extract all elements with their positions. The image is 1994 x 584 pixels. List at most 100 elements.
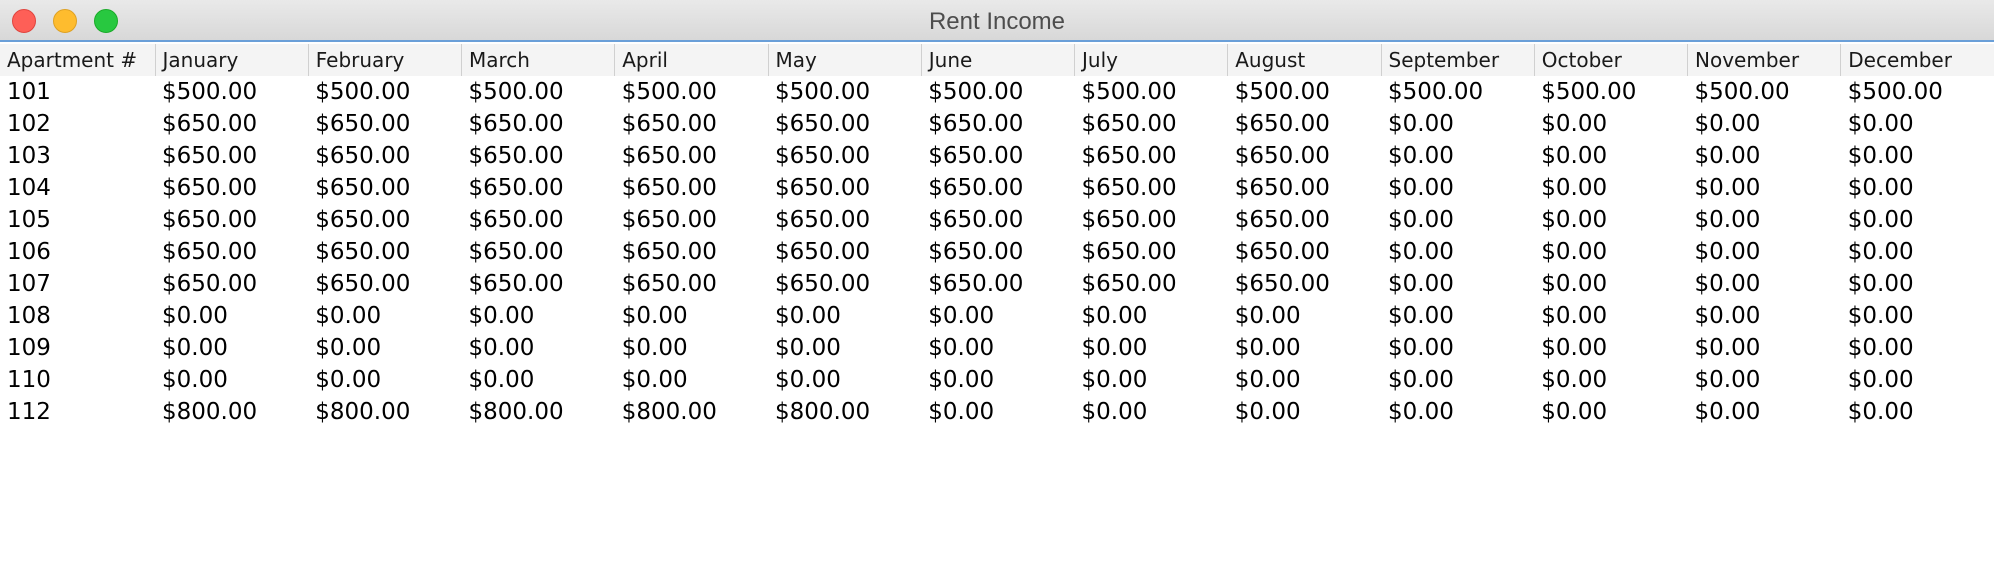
rent-amount-cell[interactable]: $650.00 — [768, 108, 921, 140]
table-row[interactable]: 106 $650.00 $650.00 $650.00 $650.00 $650.00 $6… — [0, 236, 1994, 268]
rent-amount-cell[interactable]: $0.00 — [462, 332, 615, 364]
rent-amount-cell[interactable]: $0.00 — [1688, 300, 1841, 332]
column-header-month[interactable]: January — [155, 44, 309, 76]
table-row[interactable]: 108 $0.00 $0.00 $0.00 $0.00 $0.00 $0.00 $0.00 $0… — [0, 300, 1994, 332]
rent-amount-cell[interactable]: $650.00 — [1075, 236, 1228, 268]
rent-amount-cell[interactable]: $0.00 — [1534, 332, 1687, 364]
rent-amount-cell[interactable]: $0.00 — [1534, 268, 1687, 300]
apartment-number-cell[interactable]: 107 — [0, 268, 155, 300]
column-header-month[interactable]: September — [1381, 44, 1535, 76]
rent-amount-cell[interactable]: $650.00 — [462, 172, 615, 204]
rent-amount-cell[interactable]: $650.00 — [615, 236, 768, 268]
rent-amount-cell[interactable]: $0.00 — [155, 300, 308, 332]
rent-amount-cell[interactable]: $500.00 — [1841, 76, 1994, 108]
rent-amount-cell[interactable]: $650.00 — [308, 236, 461, 268]
rent-amount-cell[interactable]: $0.00 — [1228, 396, 1381, 428]
rent-amount-cell[interactable]: $0.00 — [1381, 108, 1534, 140]
rent-amount-cell[interactable]: $500.00 — [921, 76, 1074, 108]
column-header-month[interactable]: February — [308, 44, 463, 76]
rent-amount-cell[interactable]: $0.00 — [1688, 172, 1841, 204]
table-row[interactable]: 101 $500.00 $500.00 $500.00 $500.00 $500.00 $5… — [0, 76, 1994, 108]
table-row[interactable]: 110 $0.00 $0.00 $0.00 $0.00 $0.00 $0.00 $0.00 $0… — [0, 364, 1994, 396]
rent-amount-cell[interactable]: $0.00 — [1381, 300, 1534, 332]
rent-amount-cell[interactable]: $0.00 — [308, 364, 461, 396]
rent-amount-cell[interactable]: $0.00 — [1688, 140, 1841, 172]
rent-amount-cell[interactable]: $650.00 — [921, 204, 1074, 236]
apartment-number-cell[interactable]: 109 — [0, 332, 155, 364]
rent-amount-cell[interactable]: $0.00 — [1228, 300, 1381, 332]
rent-amount-cell[interactable]: $650.00 — [768, 236, 921, 268]
column-header-month[interactable]: April — [614, 44, 769, 76]
rent-amount-cell[interactable]: $500.00 — [155, 76, 308, 108]
apartment-number-cell[interactable]: 112 — [0, 396, 155, 428]
rent-amount-cell[interactable]: $0.00 — [1841, 172, 1994, 204]
column-header-month[interactable]: March — [461, 44, 616, 76]
rent-amount-cell[interactable]: $0.00 — [1381, 332, 1534, 364]
rent-amount-cell[interactable]: $650.00 — [308, 140, 461, 172]
rent-amount-cell[interactable]: $800.00 — [462, 396, 615, 428]
column-header-month[interactable]: November — [1687, 44, 1842, 76]
rent-amount-cell[interactable]: $500.00 — [768, 76, 921, 108]
rent-amount-cell[interactable]: $650.00 — [462, 268, 615, 300]
column-header-month[interactable]: December — [1840, 44, 1994, 76]
rent-amount-cell[interactable]: $0.00 — [1228, 364, 1381, 396]
rent-amount-cell[interactable]: $0.00 — [1841, 300, 1994, 332]
rent-amount-cell[interactable]: $0.00 — [1381, 396, 1534, 428]
column-header-month[interactable]: May — [768, 44, 922, 76]
table-row[interactable]: 107 $650.00 $650.00 $650.00 $650.00 $650.00 $6… — [0, 268, 1994, 300]
rent-amount-cell[interactable]: $0.00 — [1534, 172, 1687, 204]
table-row[interactable]: 105 $650.00 $650.00 $650.00 $650.00 $650.00 $6… — [0, 204, 1994, 236]
rent-amount-cell[interactable]: $650.00 — [768, 140, 921, 172]
rent-amount-cell[interactable]: $0.00 — [1688, 108, 1841, 140]
rent-amount-cell[interactable]: $500.00 — [308, 76, 461, 108]
rent-amount-cell[interactable]: $800.00 — [308, 396, 461, 428]
rent-amount-cell[interactable]: $0.00 — [1381, 172, 1534, 204]
rent-amount-cell[interactable]: $0.00 — [1381, 364, 1534, 396]
rent-amount-cell[interactable]: $0.00 — [1688, 204, 1841, 236]
rent-amount-cell[interactable]: $0.00 — [1841, 396, 1994, 428]
rent-amount-cell[interactable]: $650.00 — [155, 236, 308, 268]
apartment-number-cell[interactable]: 106 — [0, 236, 155, 268]
rent-amount-cell[interactable]: $0.00 — [1534, 364, 1687, 396]
rent-amount-cell[interactable]: $650.00 — [921, 268, 1074, 300]
title-bar[interactable]: Rent Income — [0, 0, 1994, 42]
rent-amount-cell[interactable]: $650.00 — [1075, 204, 1228, 236]
apartment-number-cell[interactable]: 104 — [0, 172, 155, 204]
rent-amount-cell[interactable]: $650.00 — [1075, 140, 1228, 172]
rent-amount-cell[interactable]: $500.00 — [1075, 76, 1228, 108]
table-row[interactable]: 102 $650.00 $650.00 $650.00 $650.00 $650.00 $6… — [0, 108, 1994, 140]
rent-amount-cell[interactable]: $0.00 — [462, 300, 615, 332]
rent-amount-cell[interactable]: $0.00 — [1841, 236, 1994, 268]
rent-amount-cell[interactable]: $0.00 — [1381, 140, 1534, 172]
rent-amount-cell[interactable]: $650.00 — [462, 204, 615, 236]
column-header-month[interactable]: June — [921, 44, 1076, 76]
rent-amount-cell[interactable]: $650.00 — [615, 204, 768, 236]
rent-amount-cell[interactable]: $0.00 — [768, 332, 921, 364]
column-header-month[interactable]: August — [1227, 44, 1382, 76]
rent-amount-cell[interactable]: $0.00 — [155, 364, 308, 396]
rent-amount-cell[interactable]: $650.00 — [155, 204, 308, 236]
rent-amount-cell[interactable]: $650.00 — [1075, 108, 1228, 140]
rent-amount-cell[interactable]: $650.00 — [308, 204, 461, 236]
rent-amount-cell[interactable]: $650.00 — [1228, 140, 1381, 172]
rent-amount-cell[interactable]: $650.00 — [1075, 172, 1228, 204]
rent-amount-cell[interactable]: $650.00 — [1228, 268, 1381, 300]
rent-amount-cell[interactable]: $650.00 — [1228, 236, 1381, 268]
apartment-number-cell[interactable]: 105 — [0, 204, 155, 236]
rent-amount-cell[interactable]: $0.00 — [1688, 268, 1841, 300]
rent-amount-cell[interactable]: $650.00 — [921, 236, 1074, 268]
rent-amount-cell[interactable]: $0.00 — [1841, 140, 1994, 172]
rent-amount-cell[interactable]: $650.00 — [1228, 204, 1381, 236]
rent-amount-cell[interactable]: $0.00 — [1688, 236, 1841, 268]
rent-amount-cell[interactable]: $650.00 — [308, 268, 461, 300]
rent-amount-cell[interactable]: $0.00 — [921, 364, 1074, 396]
rent-amount-cell[interactable]: $0.00 — [1381, 268, 1534, 300]
rent-amount-cell[interactable]: $500.00 — [615, 76, 768, 108]
rent-amount-cell[interactable]: $0.00 — [1688, 396, 1841, 428]
rent-amount-cell[interactable]: $500.00 — [1534, 76, 1687, 108]
column-header-month[interactable]: July — [1074, 44, 1229, 76]
rent-amount-cell[interactable]: $650.00 — [462, 108, 615, 140]
rent-amount-cell[interactable]: $0.00 — [1841, 364, 1994, 396]
rent-amount-cell[interactable]: $0.00 — [615, 332, 768, 364]
rent-amount-cell[interactable]: $650.00 — [768, 204, 921, 236]
